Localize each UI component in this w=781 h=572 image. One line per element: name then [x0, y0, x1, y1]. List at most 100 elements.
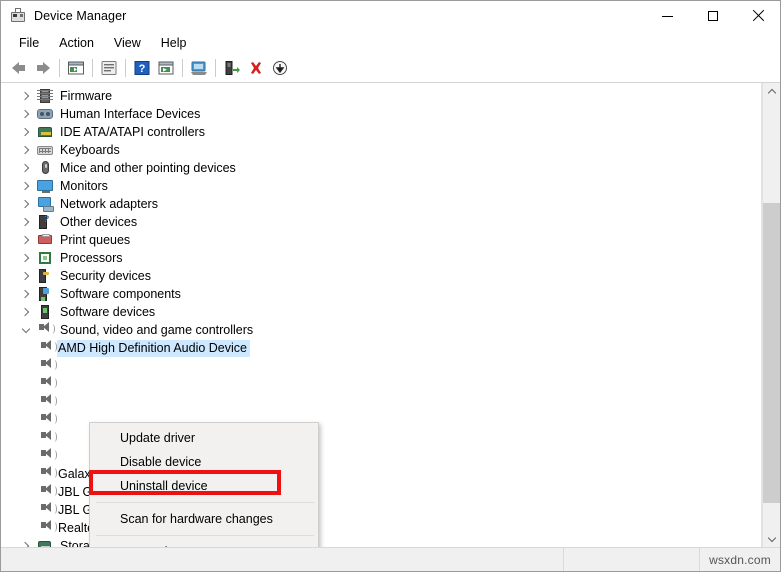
- tree-row[interactable]: Software components: [1, 285, 761, 303]
- device-tree-pane[interactable]: Firmware Human Interface Devices IDE ATA…: [1, 83, 762, 547]
- maximize-button[interactable]: [690, 1, 735, 31]
- audio-device-icon: [39, 340, 57, 356]
- scan-for-hardware-changes-icon[interactable]: [187, 56, 211, 80]
- chevron-right-icon[interactable]: [19, 197, 33, 211]
- tree-row[interactable]: Network adapters: [1, 195, 761, 213]
- chevron-right-icon[interactable]: [19, 89, 33, 103]
- tree-row[interactable]: IDE ATA/ATAPI controllers: [1, 123, 761, 141]
- tree-row[interactable]: Software devices: [1, 303, 761, 321]
- chevron-right-icon[interactable]: [19, 251, 33, 265]
- context-menu-item-scan-for-hardware-changes[interactable]: Scan for hardware changes: [90, 507, 318, 531]
- tree-row-label: Human Interface Devices: [60, 106, 201, 121]
- svg-text:?: ?: [139, 63, 146, 75]
- toolbar-separator: [92, 59, 93, 77]
- tree-row-label: Print queues: [60, 232, 131, 247]
- printer-icon: [37, 232, 53, 248]
- audio-device-icon: [39, 484, 57, 500]
- tree-row[interactable]: Print queues: [1, 231, 761, 249]
- scroll-down-button[interactable]: [763, 530, 780, 547]
- chevron-right-icon[interactable]: [19, 287, 33, 301]
- toolbar: ?: [1, 54, 780, 83]
- tree-row[interactable]: [1, 375, 761, 393]
- update-driver-icon[interactable]: [154, 56, 178, 80]
- uninstall-device-icon[interactable]: [220, 56, 244, 80]
- menu-file[interactable]: File: [9, 34, 49, 52]
- context-menu-separator: [96, 502, 314, 503]
- menu-help[interactable]: Help: [151, 34, 197, 52]
- ide-controller-icon: [37, 124, 53, 140]
- scrollbar-thumb[interactable]: [763, 203, 780, 503]
- storage-controller-icon: [37, 538, 53, 547]
- scroll-up-button[interactable]: [763, 83, 780, 100]
- properties-icon[interactable]: [97, 56, 121, 80]
- tree-row-label: [57, 437, 61, 439]
- status-cell-secondary: [564, 548, 700, 571]
- tree-row-label: [57, 455, 61, 457]
- audio-device-icon: [39, 448, 57, 464]
- context-menu-item-properties[interactable]: Properties: [90, 540, 318, 547]
- chevron-down-icon[interactable]: [19, 323, 33, 337]
- chevron-right-icon[interactable]: [19, 143, 33, 157]
- show-hide-console-tree-icon[interactable]: [64, 56, 88, 80]
- tree-row-label: Monitors: [60, 178, 108, 193]
- context-menu-item-update-driver[interactable]: Update driver: [90, 426, 318, 450]
- context-menu-separator: [96, 535, 314, 536]
- disable-device-icon[interactable]: [244, 56, 268, 80]
- tree-row-label: Other devices: [60, 214, 138, 229]
- chevron-right-icon[interactable]: [19, 179, 33, 193]
- context-menu-item-disable-device[interactable]: Disable device: [90, 450, 318, 474]
- tree-row[interactable]: Keyboards: [1, 141, 761, 159]
- firmware-icon: [37, 88, 53, 104]
- tree-row[interactable]: [1, 357, 761, 375]
- window-title: Device Manager: [34, 9, 127, 23]
- context-menu-item-uninstall-device[interactable]: Uninstall device: [90, 474, 318, 498]
- tree-row[interactable]: [1, 393, 761, 411]
- forward-icon[interactable]: [31, 56, 55, 80]
- chevron-right-icon[interactable]: [19, 539, 33, 547]
- back-icon[interactable]: [7, 56, 31, 80]
- tree-row[interactable]: Monitors: [1, 177, 761, 195]
- chevron-right-icon[interactable]: [19, 161, 33, 175]
- tree-row-label: [57, 419, 61, 421]
- software-device-icon: [37, 304, 53, 320]
- tree-row-label: [57, 383, 61, 385]
- tree-row[interactable]: Human Interface Devices: [1, 105, 761, 123]
- tree-row[interactable]: Processors: [1, 249, 761, 267]
- chevron-right-icon[interactable]: [19, 305, 33, 319]
- tree-row-sound-video-game-controllers[interactable]: Sound, video and game controllers: [1, 321, 761, 339]
- chevron-right-icon[interactable]: [19, 233, 33, 247]
- chevron-right-icon[interactable]: [19, 215, 33, 229]
- tree-row[interactable]: Other devices: [1, 213, 761, 231]
- tree-row-label: IDE ATA/ATAPI controllers: [60, 124, 205, 139]
- tree-row[interactable]: Security devices: [1, 267, 761, 285]
- vertical-scrollbar[interactable]: [762, 83, 780, 547]
- close-button[interactable]: [735, 1, 780, 31]
- processor-icon: [37, 250, 53, 266]
- tree-row-label: Network adapters: [60, 196, 158, 211]
- tree-row-selected-device[interactable]: AMD High Definition Audio Device: [1, 339, 761, 357]
- monitor-icon: [37, 178, 53, 194]
- tree-row-label: [57, 401, 61, 403]
- minimize-button[interactable]: [645, 1, 690, 31]
- hid-icon: [37, 106, 53, 122]
- tree-row[interactable]: Firmware: [1, 87, 761, 105]
- tree-row[interactable]: Mice and other pointing devices: [1, 159, 761, 177]
- help-icon[interactable]: ?: [130, 56, 154, 80]
- tree-row-label: Mice and other pointing devices: [60, 160, 236, 175]
- menu-view[interactable]: View: [104, 34, 151, 52]
- audio-device-icon: [39, 376, 57, 392]
- title-bar: Device Manager: [1, 1, 780, 31]
- enable-device-icon[interactable]: [268, 56, 292, 80]
- content-area: Firmware Human Interface Devices IDE ATA…: [1, 83, 780, 547]
- toolbar-separator: [125, 59, 126, 77]
- audio-device-icon: [39, 412, 57, 428]
- watermark: wsxdn.com: [709, 552, 771, 567]
- tree-row-label: AMD High Definition Audio Device: [57, 339, 250, 357]
- toolbar-separator: [59, 59, 60, 77]
- menu-action[interactable]: Action: [49, 34, 104, 52]
- chevron-right-icon[interactable]: [19, 269, 33, 283]
- toolbar-separator: [182, 59, 183, 77]
- other-device-icon: [37, 214, 53, 230]
- chevron-right-icon[interactable]: [19, 125, 33, 139]
- chevron-right-icon[interactable]: [19, 107, 33, 121]
